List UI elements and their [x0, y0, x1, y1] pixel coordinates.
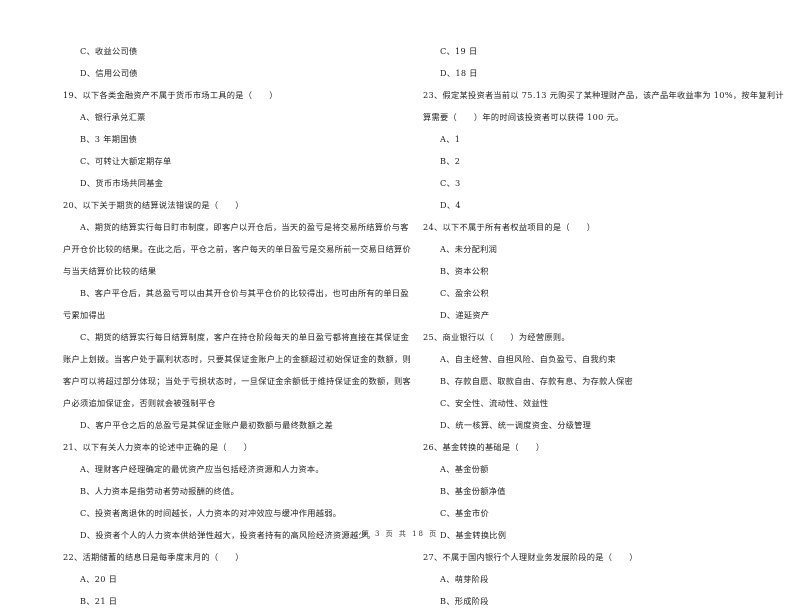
right-column: C、19 日 D、18 日 23、假定某投资者当前以 75.13 元购买了某种理财产…	[423, 40, 784, 612]
answer-option: B、客户平仓后，其总盈亏可以由其开仓价与其平仓价的比较得出，也可由所有的单日盈	[80, 288, 409, 298]
answer-option: A、理财客户经理确定的最优资产应当包括经济资源和人力资本。	[80, 464, 324, 474]
answer-option: B、存款自愿、取款自由、存款有息、为存款人保密	[440, 376, 634, 386]
answer-option: A、未分配利润	[440, 244, 498, 254]
exam-page: C、收益公司债 D、信用公司债 19、以下各类金融资产不属于货币市场工具的是（ ） A…	[0, 0, 800, 606]
answer-option: D、递延资产	[440, 310, 490, 320]
answer-option: B、2	[440, 156, 461, 166]
answer-option: A、1	[440, 134, 461, 144]
answer-option: A、萌芽阶段	[440, 574, 489, 584]
question-stem: 25、商业银行以（ ）为经营原则。	[423, 332, 570, 342]
answer-option: C、19 日	[440, 46, 478, 56]
answer-option: C、盈余公积	[440, 288, 490, 298]
question-stem: 24、以下不属于所有者权益项目的是（ ）	[423, 222, 596, 232]
text-continuation: 账户上划拨。当客户处于赢利状态时，只要其保证金账户上的金额超过初始保证金的数额，…	[63, 354, 411, 364]
answer-option: C、基金市价	[440, 508, 490, 518]
answer-option: C、期货的结算实行每日结算制度，客户在持仓阶段每天的单日盈亏都将直接在其保证金	[80, 332, 410, 342]
question-stem: 21、以下有关人力资本的论述中正确的是（ ）	[63, 442, 253, 452]
answer-option: A、期货的结算实行每日盯市制度，即客户以开仓后，当天的盈亏是将交易所结算价与客	[80, 222, 409, 232]
answer-option: B、3 年期国债	[80, 134, 138, 144]
question-stem: 19、以下各类金融资产不属于货币市场工具的是（ ）	[63, 90, 278, 100]
answer-option: C、安全性、流动性、效益性	[440, 398, 549, 408]
answer-option: C、3	[440, 178, 461, 188]
text-continuation: 客户可以将超过部分体现；当处于亏损状态时，一旦保证金余额低于维持保证金的数额，则…	[63, 376, 411, 386]
page-number-footer: 第 3 页 共 18 页	[361, 530, 439, 538]
question-stem: 20、以下关于期货的结算说法错误的是（ ）	[63, 200, 244, 210]
text-continuation: 与当天结算价比较的结果	[63, 266, 157, 276]
answer-option: B、21 日	[80, 596, 118, 606]
answer-option: D、信用公司债	[80, 68, 138, 78]
answer-option: A、基金份额	[440, 464, 489, 474]
text-continuation: 户开仓价比较的结果。在此之后，平仓之前，客户每天的单日盈亏是交易所前一交易日结算…	[63, 244, 411, 254]
answer-option: C、收益公司债	[80, 46, 138, 56]
answer-option: A、银行承兑汇票	[80, 112, 146, 122]
answer-option: D、18 日	[440, 68, 478, 78]
answer-option: B、资本公积	[440, 266, 489, 276]
answer-option: C、可转让大额定期存单	[80, 156, 172, 166]
answer-option: B、形成阶段	[440, 596, 489, 606]
text-continuation: 算需要（ ）年的时间该投资者可以获得 100 元。	[423, 112, 624, 122]
answer-option: D、统一核算、统一调度资金、分级管理	[440, 420, 592, 430]
answer-option: D、客户平仓之后的总盈亏是其保证金账户最初数额与最终数额之差	[80, 420, 334, 430]
answer-option: B、人力资本是指劳动者劳动报酬的终值。	[80, 486, 240, 496]
answer-option: A、20 日	[80, 574, 118, 584]
answer-option: B、基金份额净值	[440, 486, 506, 496]
answer-option: C、投资者离退休的时间越长，人力资本的对冲效应与缓冲作用越弱。	[80, 508, 342, 518]
answer-option: D、货币市场共同基金	[80, 178, 164, 188]
left-column: C、收益公司债 D、信用公司债 19、以下各类金融资产不属于货币市场工具的是（ ） A…	[63, 40, 411, 612]
question-stem: 23、假定某投资者当前以 75.13 元购买了某种理财产品，该产品年收益率为 1…	[423, 90, 784, 100]
answer-option: A、自主经营、自担风险、自负盈亏、自我约束	[440, 354, 616, 364]
text-continuation: 亏累加得出	[63, 310, 106, 320]
answer-option: D、4	[440, 200, 461, 210]
question-stem: 26、基金转换的基础是（ ）	[423, 442, 545, 452]
text-continuation: 户必须追加保证金，否则就会被强制平仓	[63, 398, 216, 408]
